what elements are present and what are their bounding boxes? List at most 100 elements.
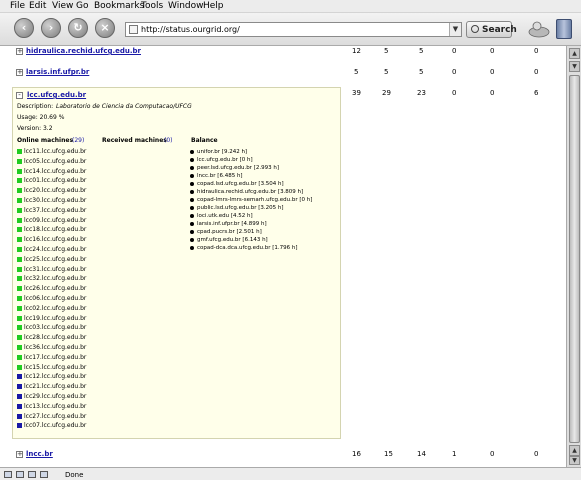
reload-icon[interactable]: ↻ bbox=[68, 18, 88, 38]
site-link[interactable]: hidraulica.rechid.ufcg.edu.br bbox=[26, 47, 141, 55]
online-status-icon bbox=[17, 256, 22, 262]
back-arrow-icon[interactable]: ‹ bbox=[14, 18, 34, 38]
balance-header: Balance bbox=[191, 137, 218, 144]
balance-item: copad-lmrs-lmrs-semarh.ufcg.edu.br [0 h] bbox=[197, 196, 313, 203]
bullet-icon bbox=[190, 174, 194, 178]
online-status-icon bbox=[17, 315, 22, 321]
site-value: 0 bbox=[534, 450, 539, 458]
status-text: Done bbox=[65, 471, 84, 479]
trash-icon[interactable] bbox=[556, 19, 572, 39]
chat-icon[interactable] bbox=[40, 471, 48, 478]
menu-go[interactable]: Go bbox=[76, 1, 88, 11]
machine-item: lcc20.lcc.ufcg.edu.br bbox=[24, 187, 87, 195]
site-link[interactable]: lcc.ufcg.edu.br bbox=[27, 91, 86, 99]
received-machines-header: Received machines bbox=[102, 137, 167, 144]
scroll-down-icon[interactable]: ▼ bbox=[569, 61, 580, 72]
composer-icon[interactable] bbox=[16, 471, 24, 478]
browser-window: File Edit View Go Bookmarks Tools Window… bbox=[0, 0, 581, 480]
online-status-icon bbox=[17, 266, 22, 272]
site-value: 5 bbox=[419, 68, 424, 76]
site-value: 0 bbox=[490, 47, 495, 55]
online-status-icon bbox=[17, 178, 22, 184]
expand-toggle[interactable]: + bbox=[16, 451, 23, 458]
scrollbar-thumb[interactable] bbox=[569, 75, 580, 443]
menu-tools[interactable]: Tools bbox=[141, 1, 163, 11]
page-content: + hidraulica.rechid.ufcg.edu.br 12 5 5 0… bbox=[0, 46, 566, 467]
online-status-icon bbox=[17, 276, 22, 282]
site-value: 5 bbox=[384, 47, 389, 55]
site-value: 0 bbox=[490, 68, 495, 76]
site-value: 0 bbox=[534, 68, 539, 76]
url-bar[interactable]: http://status.ourgrid.org/ ▼ bbox=[125, 22, 462, 37]
online-status-icon bbox=[17, 345, 22, 350]
machine-item: lcc28.lcc.ufcg.edu.br bbox=[24, 334, 87, 342]
offline-status-icon bbox=[17, 374, 22, 380]
machine-item: lcc12.lcc.ufcg.edu.br bbox=[24, 373, 87, 381]
forward-arrow-icon[interactable]: › bbox=[41, 18, 61, 38]
menu-edit[interactable]: Edit bbox=[29, 1, 46, 11]
site-value: 0 bbox=[452, 68, 457, 76]
site-value: 29 bbox=[382, 89, 391, 97]
site-value: 0 bbox=[452, 89, 457, 97]
machine-item: lcc36.lcc.ufcg.edu.br bbox=[24, 344, 87, 351]
menubar: File Edit View Go Bookmarks Tools Window… bbox=[0, 0, 581, 13]
search-button-label: Search bbox=[482, 25, 517, 35]
scroll-up-icon[interactable]: ▲ bbox=[569, 48, 580, 59]
search-button[interactable]: Search bbox=[466, 21, 517, 38]
site-link[interactable]: larsis.inf.ufpr.br bbox=[26, 68, 89, 76]
site-value: 16 bbox=[352, 450, 361, 458]
offline-status-icon bbox=[17, 394, 22, 399]
menu-file[interactable]: File bbox=[10, 1, 25, 11]
machine-item: lcc25.lcc.ufcg.edu.br bbox=[24, 255, 87, 263]
machine-item: lcc29.lcc.ufcg.edu.br bbox=[24, 393, 87, 400]
online-status-icon bbox=[17, 354, 22, 360]
mail-icon[interactable] bbox=[4, 471, 12, 478]
balance-item: hidraulica.rechid.ufcg.edu.br [3.809 h] bbox=[197, 188, 304, 195]
site-value: 6 bbox=[534, 89, 539, 97]
online-count: (29) bbox=[72, 137, 85, 144]
site-link[interactable]: lncc.br bbox=[26, 450, 53, 458]
stop-icon[interactable]: × bbox=[95, 18, 115, 38]
site-value: 0 bbox=[490, 450, 495, 458]
vertical-scrollbar[interactable]: ▲ ▼ ▲ ▼ bbox=[566, 46, 581, 467]
bullet-icon bbox=[190, 206, 194, 210]
bullet-icon bbox=[190, 158, 194, 162]
menu-window[interactable]: Window bbox=[168, 1, 204, 11]
expand-toggle[interactable]: + bbox=[16, 48, 23, 55]
machine-item: lcc03.lcc.ufcg.edu.br bbox=[24, 324, 87, 332]
balance-item: unifor.br [9.242 h] bbox=[197, 148, 248, 155]
bullet-icon bbox=[190, 214, 194, 218]
address-book-icon[interactable] bbox=[28, 471, 36, 478]
offline-status-icon bbox=[17, 403, 22, 409]
site-value: 0 bbox=[452, 47, 457, 55]
collapse-toggle[interactable]: - bbox=[16, 92, 23, 99]
bullet-icon bbox=[190, 230, 194, 234]
machine-item: lcc24.lcc.ufcg.edu.br bbox=[24, 246, 87, 253]
status-bar: Done bbox=[0, 467, 581, 480]
online-status-icon bbox=[17, 149, 22, 154]
online-status-icon bbox=[17, 168, 22, 174]
bullet-icon bbox=[190, 238, 194, 242]
site-value: 5 bbox=[419, 47, 424, 55]
machine-item: lcc21.lcc.ufcg.edu.br bbox=[24, 383, 87, 391]
chevron-down-icon[interactable]: ▼ bbox=[449, 23, 461, 36]
scroll-down-icon[interactable]: ▼ bbox=[569, 456, 580, 465]
menu-view[interactable]: View bbox=[52, 1, 73, 11]
url-text[interactable]: http://status.ourgrid.org/ bbox=[141, 25, 240, 34]
offline-status-icon bbox=[17, 413, 22, 419]
menu-help[interactable]: Help bbox=[203, 1, 224, 11]
machine-item: lcc07.lcc.ufcg.edu.br bbox=[24, 422, 87, 430]
machine-item: lcc26.lcc.ufcg.edu.br bbox=[24, 285, 87, 293]
expand-toggle[interactable]: + bbox=[16, 69, 23, 76]
menu-bookmarks[interactable]: Bookmarks bbox=[94, 1, 144, 11]
online-status-icon bbox=[17, 207, 22, 213]
bullet-icon bbox=[190, 246, 194, 250]
online-status-icon bbox=[17, 364, 22, 370]
online-status-icon bbox=[17, 198, 22, 203]
version-text: Version: 3.2 bbox=[17, 125, 53, 132]
machine-item: lcc01.lcc.ufcg.edu.br bbox=[24, 177, 87, 185]
machine-item: lcc16.lcc.ufcg.edu.br bbox=[24, 236, 87, 244]
site-value: 0 bbox=[534, 47, 539, 55]
scroll-up-icon[interactable]: ▲ bbox=[569, 445, 580, 456]
machine-item: lcc37.lcc.ufcg.edu.br bbox=[24, 206, 87, 214]
